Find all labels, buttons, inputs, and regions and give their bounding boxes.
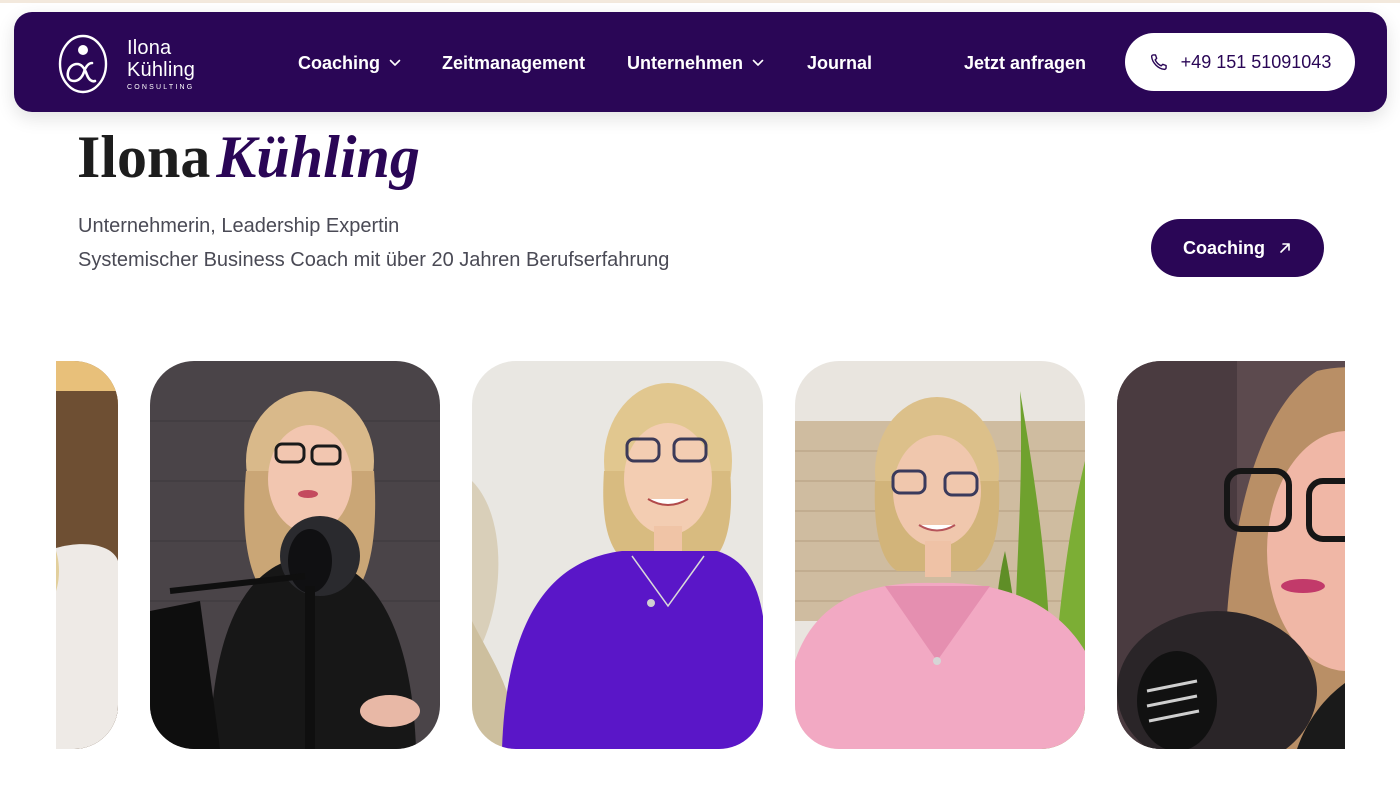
brand-logo[interactable]: Ilona Kühling CONSULTING bbox=[58, 34, 218, 94]
chevron-down-icon bbox=[389, 59, 401, 66]
title-italic: Kühling bbox=[216, 124, 420, 190]
hero-subline-experience: Systemischer Business Coach mit über 20 … bbox=[78, 249, 670, 271]
main-navigation: Ilona Kühling CONSULTING Coaching Zeitma… bbox=[14, 12, 1387, 112]
coaching-cta-button[interactable]: Coaching bbox=[1151, 219, 1324, 277]
brand-name-line2: Kühling bbox=[127, 58, 196, 81]
nav-item-label: Unternehmen bbox=[627, 52, 744, 73]
title-plain: Ilona bbox=[77, 124, 211, 190]
portrait-podcast-microphone-photo bbox=[150, 361, 440, 749]
nav-item-journal[interactable]: Journal bbox=[807, 51, 872, 75]
portrait-purple-sweater-photo bbox=[472, 361, 763, 749]
request-label: Jetzt anfragen bbox=[964, 52, 1087, 73]
portrait-white-blouse-photo bbox=[56, 361, 118, 749]
portrait-gallery bbox=[56, 361, 1345, 749]
nav-item-label: Zeitmanagement bbox=[442, 52, 586, 73]
nav-item-unternehmen[interactable]: Unternehmen bbox=[627, 51, 764, 75]
hero-subline-roles: Unternehmerin, Leadership Expertin bbox=[78, 215, 400, 237]
nav-item-label: Journal bbox=[807, 52, 873, 73]
portrait-closeup-microphone-photo bbox=[1117, 361, 1345, 749]
cta-label: Coaching bbox=[1182, 237, 1265, 258]
chevron-down-icon bbox=[752, 59, 764, 66]
page-title: Ilona Kühling bbox=[77, 122, 420, 192]
nav-item-zeitmanagement[interactable]: Zeitmanagement bbox=[442, 51, 585, 75]
arrow-up-right-icon bbox=[1280, 243, 1290, 253]
brand-subtitle: CONSULTING bbox=[127, 83, 195, 91]
alpha-person-logo-icon bbox=[58, 34, 108, 94]
brand-name-line1: Ilona bbox=[127, 36, 172, 59]
phone-number: +49 151 51091043 bbox=[1180, 51, 1332, 72]
phone-icon bbox=[1150, 54, 1167, 71]
top-accent-line bbox=[0, 0, 1400, 3]
nav-item-coaching[interactable]: Coaching bbox=[298, 51, 401, 75]
phone-button[interactable]: +49 151 51091043 bbox=[1125, 33, 1355, 91]
request-link[interactable]: Jetzt anfragen bbox=[964, 51, 1086, 75]
portrait-pink-sweater-photo bbox=[795, 361, 1085, 749]
brand-text: Ilona Kühling CONSULTING bbox=[127, 38, 195, 91]
nav-item-label: Coaching bbox=[298, 52, 381, 73]
